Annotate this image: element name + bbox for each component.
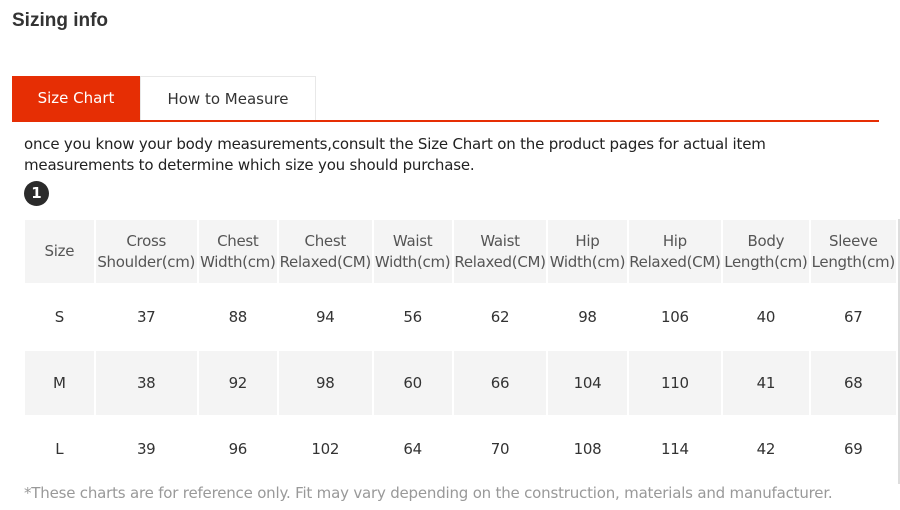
table-cell: 42 bbox=[756, 440, 776, 458]
column-header: Cross Shoulder(cm) bbox=[95, 220, 197, 283]
header-line: Hip bbox=[575, 231, 600, 250]
header-line: Chest bbox=[304, 231, 347, 250]
table-cell: 108 bbox=[573, 440, 602, 458]
header-line: Waist bbox=[392, 231, 433, 250]
column-header: Body Length(cm) bbox=[723, 220, 809, 283]
page-title: Sizing info bbox=[12, 10, 109, 31]
table-cell: M bbox=[25, 351, 94, 415]
table-cell: 98 bbox=[278, 351, 372, 415]
table-cell: 62 bbox=[490, 308, 510, 326]
table-cell: 102 bbox=[311, 440, 340, 458]
table-cell: 68 bbox=[810, 351, 896, 415]
table-row: L 39 96 102 64 70 108 114 42 69 bbox=[25, 417, 896, 481]
table-cell: 110 bbox=[628, 351, 722, 415]
header-line: Chest bbox=[217, 231, 259, 250]
table-cell: 64 bbox=[403, 440, 422, 458]
header-line: Length(cm) bbox=[724, 252, 808, 271]
table-cell: 92 bbox=[198, 351, 277, 415]
table-cell: 38 bbox=[95, 351, 197, 415]
table-cell: 60 bbox=[373, 351, 452, 415]
table-cell: 106 bbox=[660, 308, 689, 326]
table-cell: 114 bbox=[660, 440, 689, 458]
table-cell: 70 bbox=[490, 440, 510, 458]
size-table-container[interactable]: Size Cross Shoulder(cm) Chest Width(cm) Chest… bbox=[25, 219, 900, 484]
table-cell: 104 bbox=[548, 351, 627, 415]
table-cell: 37 bbox=[136, 308, 156, 326]
step-number-badge: 1 bbox=[24, 181, 49, 206]
column-header: Hip Relaxed(CM) bbox=[628, 220, 722, 283]
table-cell: 96 bbox=[228, 440, 248, 458]
column-header: Chest Width(cm) bbox=[198, 220, 277, 283]
header-line: Waist bbox=[480, 231, 520, 250]
header-line: Relaxed(CM) bbox=[629, 252, 721, 271]
header-line: Hip bbox=[662, 231, 687, 250]
header-line: Relaxed(CM) bbox=[454, 252, 546, 271]
table-row: M 38 92 98 60 66 104 110 41 68 bbox=[25, 351, 896, 415]
tab-size-chart[interactable]: Size Chart bbox=[12, 76, 140, 120]
column-header: Sleeve Length(cm) bbox=[810, 220, 896, 283]
tab-bar: Size Chart How to Measure bbox=[12, 76, 879, 122]
disclaimer-note: *These charts are for reference only. Fi… bbox=[24, 484, 833, 502]
header-line: Relaxed(CM) bbox=[279, 252, 372, 271]
table-cell: S bbox=[54, 308, 65, 326]
column-header: Waist Relaxed(CM) bbox=[453, 220, 547, 283]
header-line: Width(cm) bbox=[549, 252, 626, 271]
header-line: Size bbox=[44, 242, 75, 260]
table-cell: 88 bbox=[228, 308, 248, 326]
header-line: Width(cm) bbox=[200, 252, 276, 271]
header-line: Sleeve bbox=[829, 231, 878, 250]
header-line: Shoulder(cm) bbox=[97, 252, 196, 271]
header-line: Length(cm) bbox=[811, 252, 896, 271]
table-cell: 98 bbox=[578, 308, 597, 326]
tab-how-to-measure[interactable]: How to Measure bbox=[140, 76, 316, 120]
table-row: S 37 88 94 56 62 98 106 40 67 bbox=[25, 285, 896, 349]
column-header: Size bbox=[25, 220, 94, 283]
table-cell: 40 bbox=[756, 308, 776, 326]
table-cell: 41 bbox=[723, 351, 809, 415]
table-cell: 94 bbox=[315, 308, 335, 326]
column-header: Chest Relaxed(CM) bbox=[278, 220, 372, 283]
table-header-row: Size Cross Shoulder(cm) Chest Width(cm) Chest… bbox=[25, 220, 896, 283]
table-cell: 56 bbox=[403, 308, 422, 326]
column-header: Hip Width(cm) bbox=[548, 220, 627, 283]
description: once you know your body measurements,con… bbox=[24, 135, 766, 174]
header-line: Body bbox=[747, 231, 785, 250]
size-table: Size Cross Shoulder(cm) Chest Width(cm) Chest… bbox=[25, 219, 898, 483]
table-cell: 67 bbox=[844, 308, 863, 326]
table-cell: 39 bbox=[136, 440, 156, 458]
table-cell: 69 bbox=[844, 440, 863, 458]
header-line: Cross bbox=[126, 231, 166, 250]
header-line: Width(cm) bbox=[374, 252, 451, 271]
table-cell: 66 bbox=[453, 351, 547, 415]
table-cell: L bbox=[55, 440, 64, 458]
column-header: Waist Width(cm) bbox=[373, 220, 452, 283]
